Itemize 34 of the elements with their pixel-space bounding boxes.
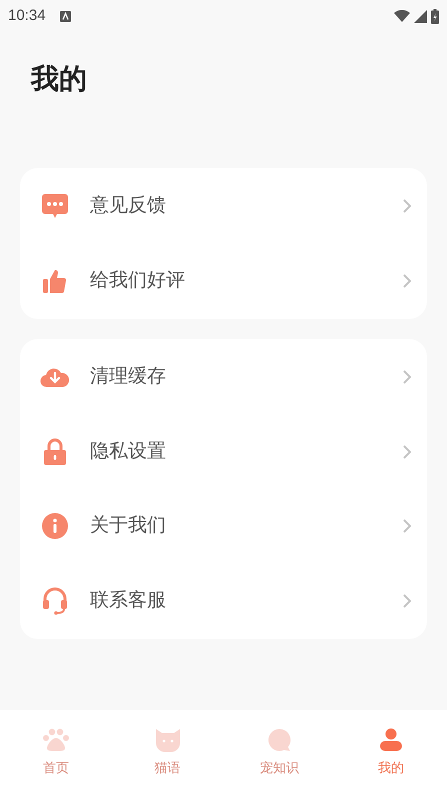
chevron-right-icon	[403, 274, 411, 288]
menu-item[interactable]: 联系客服	[20, 564, 427, 638]
speech-bubble-icon	[267, 728, 292, 752]
page-title: 我的	[31, 62, 88, 96]
thumbs-up-icon	[42, 268, 68, 294]
wifi-icon	[394, 10, 410, 22]
menu-label: 给我们好评	[90, 268, 186, 292]
chevron-right-icon	[403, 519, 411, 534]
notification-icon	[60, 10, 71, 22]
menu-label: 隐私设置	[90, 440, 167, 464]
headset-icon	[42, 586, 68, 615]
cloud-download-icon	[40, 366, 70, 388]
menu-item[interactable]: 给我们好评	[20, 244, 427, 318]
info-icon	[42, 513, 68, 540]
chevron-right-icon	[403, 594, 411, 608]
menu-item[interactable]: 意见反馈	[20, 169, 427, 244]
menu-item[interactable]: 隐私设置	[20, 414, 427, 489]
menu-label: 联系客服	[90, 588, 167, 612]
menu-item[interactable]: 关于我们	[20, 489, 427, 564]
status-time: 10:34	[8, 6, 46, 26]
menu-label: 关于我们	[90, 514, 167, 538]
menu-label: 意见反馈	[90, 194, 167, 218]
chat-bubble-icon	[41, 193, 69, 220]
cat-face-icon	[154, 728, 181, 752]
signal-icon	[414, 10, 427, 22]
lock-icon	[43, 438, 67, 466]
person-icon	[379, 728, 404, 752]
chevron-right-icon	[403, 444, 411, 459]
menu-item[interactable]: 清理缓存	[20, 340, 427, 414]
chevron-right-icon	[403, 199, 411, 214]
battery-icon	[431, 8, 439, 24]
chevron-right-icon	[403, 370, 411, 384]
menu-label: 清理缓存	[90, 365, 167, 389]
paw-icon	[42, 728, 69, 752]
